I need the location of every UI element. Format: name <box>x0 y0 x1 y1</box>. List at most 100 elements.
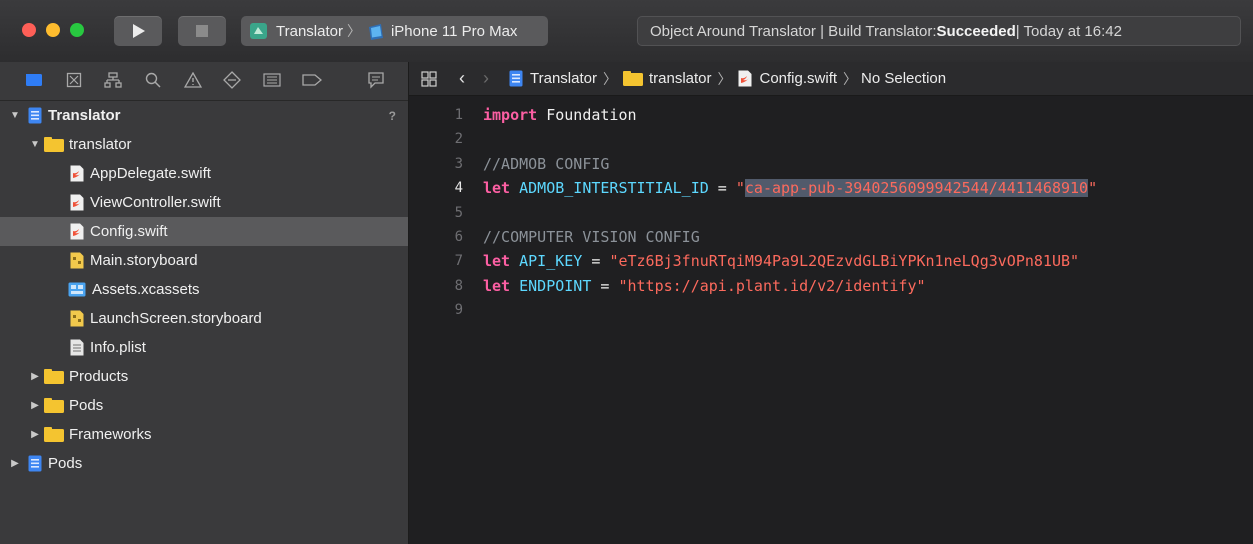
stop-icon <box>196 25 208 37</box>
code-token: = <box>708 179 736 198</box>
tree-item-info-plist[interactable]: Info.plist <box>0 333 408 362</box>
tree-item-pods-folder[interactable]: ▶ Pods <box>0 391 408 420</box>
disclosure-closed-icon[interactable]: ▶ <box>30 429 40 440</box>
test-icon[interactable] <box>222 70 242 90</box>
back-icon[interactable]: ‹ <box>459 68 465 89</box>
tree-item-config-selected[interactable]: Config.swift <box>0 217 408 246</box>
tree-item-main-storyboard[interactable]: Main.storyboard <box>0 246 408 275</box>
code-token: " <box>1088 179 1098 198</box>
tree-item-translator-folder[interactable]: ▼ translator <box>0 130 408 159</box>
code-token: let <box>483 252 511 271</box>
find-icon[interactable] <box>143 70 163 90</box>
code-line[interactable]: 6 //COMPUTER VISION CONFIG <box>409 225 1253 249</box>
tree-item-translator-project[interactable]: ▼ Translator ? <box>0 101 408 130</box>
tree-item-label: ViewController.swift <box>90 194 221 211</box>
tree-item-frameworks[interactable]: ▶ Frameworks <box>0 420 408 449</box>
code-token: ADMOB_INTERSTITIAL_ID <box>519 179 709 198</box>
tree-item-viewcontroller[interactable]: ViewController.swift <box>0 188 408 217</box>
folder-icon[interactable] <box>24 70 44 90</box>
source-control-icon[interactable] <box>64 70 84 90</box>
code-line[interactable]: 4 let ADMOB_INTERSTITIAL_ID = " ca-app-pub… <box>409 176 1253 200</box>
activity-status: Object Around Translator | Build Transla… <box>637 16 1241 46</box>
tree-item-label: Config.swift <box>90 223 168 240</box>
tree-item-label: LaunchScreen.storyboard <box>90 310 262 327</box>
code-line[interactable]: 1 import Foundation <box>409 103 1253 127</box>
folder-icon <box>44 427 64 442</box>
breadcrumb-separator: 〉 <box>602 70 617 87</box>
project-icon <box>28 455 42 472</box>
tree-item-assets[interactable]: Assets.xcassets <box>0 275 408 304</box>
folder-icon <box>44 369 64 384</box>
code-line[interactable]: 2 <box>409 127 1253 151</box>
run-button[interactable] <box>114 16 162 46</box>
line-number: 6 <box>454 229 463 245</box>
tree-item-label: Frameworks <box>69 426 152 443</box>
tree-item-label: AppDelegate.swift <box>90 165 211 182</box>
tree-item-label: Info.plist <box>90 339 146 356</box>
code-token: "eTz6Bj3fnuRTqiM94Pa9L2QEzvdGLBiYPKn1neL… <box>609 252 1080 271</box>
code-token: //COMPUTER VISION CONFIG <box>483 228 700 246</box>
disclosure-open-icon[interactable]: ▼ <box>30 139 40 150</box>
warning-icon[interactable] <box>183 70 203 90</box>
line-number: 3 <box>454 155 463 172</box>
tree-item-label: Pods <box>48 455 83 472</box>
stop-button[interactable] <box>178 16 226 46</box>
line-number: 2 <box>454 131 463 148</box>
tree-item-pods-project[interactable]: ▶ Pods <box>0 449 408 478</box>
code-token: "https://api.plant.id/v2/identify" <box>618 276 926 295</box>
breadcrumb-selection[interactable]: No Selection <box>861 70 946 87</box>
code-line[interactable]: 5 <box>409 201 1253 225</box>
swift-file-icon <box>70 223 84 240</box>
toolbar: Translator 〉 iPhone 11 Pro Max Object Ar… <box>0 0 1253 63</box>
disclosure-open-icon[interactable]: ▼ <box>10 110 20 121</box>
code-token: ENDPOINT <box>519 276 592 295</box>
line-number: 8 <box>454 277 463 294</box>
code-token: " <box>735 179 745 198</box>
forward-icon[interactable]: › <box>483 68 489 89</box>
code-token: let <box>483 179 511 198</box>
line-number: 5 <box>454 204 463 221</box>
project-navigator: ▼ Translator ? ▼ translator AppDelegate.… <box>0 62 409 544</box>
status-prefix: Object Around Translator | Build Transla… <box>650 22 937 40</box>
debug-icon[interactable] <box>262 70 282 90</box>
storyboard-file-icon <box>70 252 84 269</box>
code-line[interactable]: 8 let ENDPOINT = "https://api.plant.id/v2… <box>409 274 1253 298</box>
tree-item-products[interactable]: ▶ Products <box>0 362 408 391</box>
source-control-status-badge: ? <box>388 108 396 123</box>
code-token: let <box>483 276 511 295</box>
code-token: Foundation <box>537 106 637 124</box>
code-line[interactable]: 7 let API_KEY = "eTz6Bj3fnuRTqiM94Pa9L2QE… <box>409 249 1253 273</box>
code-token: ca-app-pub-3940256099942544/4411468910 <box>744 179 1089 198</box>
related-items-icon[interactable] <box>421 70 437 87</box>
zoom-window-button[interactable] <box>70 23 84 37</box>
code-line[interactable]: 9 <box>409 298 1253 322</box>
disclosure-closed-icon[interactable]: ▶ <box>30 371 40 382</box>
code-token: = <box>591 276 619 295</box>
breakpoint-icon[interactable] <box>302 70 322 90</box>
swift-file-icon <box>70 194 84 211</box>
tree-item-appdelegate[interactable]: AppDelegate.swift <box>0 159 408 188</box>
close-window-button[interactable] <box>22 23 36 37</box>
hierarchy-icon[interactable] <box>103 70 123 90</box>
minimize-window-button[interactable] <box>46 23 60 37</box>
breadcrumb-file[interactable]: Config.swift <box>760 70 838 87</box>
report-icon[interactable] <box>366 70 386 90</box>
code-line[interactable]: 3 //ADMOB CONFIG <box>409 152 1253 176</box>
tree-item-label: Pods <box>69 397 104 414</box>
breadcrumb-folder[interactable]: translator <box>649 70 712 87</box>
disclosure-closed-icon[interactable]: ▶ <box>30 400 40 411</box>
swift-file-icon <box>70 165 84 182</box>
tree-item-launchscreen[interactable]: LaunchScreen.storyboard <box>0 304 408 333</box>
breadcrumb-project[interactable]: Translator <box>530 70 597 87</box>
project-icon <box>509 70 523 87</box>
tree-item-label: translator <box>69 136 132 153</box>
tree-item-label: Main.storyboard <box>90 252 198 269</box>
status-suffix: | Today at 16:42 <box>1015 22 1122 40</box>
scheme-selector[interactable]: Translator 〉 iPhone 11 Pro Max <box>241 16 548 46</box>
disclosure-closed-icon[interactable]: ▶ <box>10 458 20 469</box>
tree-item-label: Products <box>69 368 129 385</box>
folder-icon <box>44 137 64 152</box>
